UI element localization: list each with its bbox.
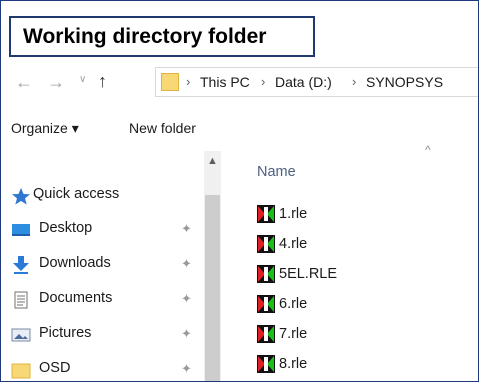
pin-icon[interactable]: ✦ xyxy=(181,256,192,272)
documents-icon xyxy=(14,291,28,309)
file-item[interactable]: 5EL.RLE xyxy=(257,263,477,287)
file-name: 5EL.RLE xyxy=(279,266,338,282)
nav-item-label: OSD xyxy=(39,360,71,376)
recent-locations-chevron-icon[interactable]: ∨ xyxy=(79,74,86,85)
address-row: ← → ∨ ↑ › This PC › Data (D:) › SYNOPSYS xyxy=(1,65,478,99)
folder-icon xyxy=(11,363,31,379)
file-name: 7.rle xyxy=(279,326,308,342)
breadcrumb-this-pc[interactable]: This PC xyxy=(200,74,250,90)
up-arrow-icon[interactable]: ↑ xyxy=(98,71,107,92)
pin-icon[interactable]: ✦ xyxy=(181,291,192,307)
star-icon xyxy=(12,188,30,205)
nav-item-label: Desktop xyxy=(39,220,93,236)
file-name: 8.rle xyxy=(279,356,308,372)
file-name: 6.rle xyxy=(279,296,308,312)
nav-item-quick-access[interactable]: Quick access xyxy=(11,183,201,209)
navigation-pane: Quick access Desktop ✦ Downloads ✦ Docum… xyxy=(1,151,204,381)
file-item[interactable]: 6.rle xyxy=(257,293,477,317)
scroll-thumb[interactable] xyxy=(205,195,220,381)
back-arrow-icon[interactable]: ← xyxy=(15,72,33,93)
file-name: 4.rle xyxy=(279,236,308,252)
nav-item-downloads[interactable]: Downloads ✦ xyxy=(11,252,201,278)
breadcrumb-synopsys[interactable]: SYNOPSYS xyxy=(366,74,443,90)
scroll-up-arrow-icon[interactable]: ▲ xyxy=(207,155,218,167)
file-item[interactable]: 1.rle xyxy=(257,203,477,227)
file-item[interactable]: 7.rle xyxy=(257,323,477,347)
nav-item-documents[interactable]: Documents ✦ xyxy=(11,287,201,313)
nav-item-pictures[interactable]: Pictures ✦ xyxy=(11,322,201,348)
nav-item-desktop[interactable]: Desktop ✦ xyxy=(11,217,201,243)
nav-item-label: Documents xyxy=(39,290,113,306)
nav-item-osd[interactable]: OSD ✦ xyxy=(11,357,201,381)
nav-item-label: Pictures xyxy=(39,325,92,341)
nav-item-label: Quick access xyxy=(33,186,120,202)
desktop-icon xyxy=(12,224,30,236)
nav-item-label: Downloads xyxy=(39,255,111,271)
download-icon xyxy=(13,256,29,274)
pin-icon[interactable]: ✦ xyxy=(181,221,192,237)
breadcrumb-separator-icon: › xyxy=(186,74,191,89)
callout-label: Working directory folder xyxy=(9,16,315,57)
nav-scrollbar[interactable]: ▲ xyxy=(204,151,221,381)
breadcrumb-separator-icon: › xyxy=(352,74,357,89)
rle-file-icon xyxy=(257,325,275,343)
forward-arrow-icon[interactable]: → xyxy=(47,72,65,93)
breadcrumb-data-drive[interactable]: Data (D:) xyxy=(275,74,332,90)
address-bar[interactable]: › This PC › Data (D:) › SYNOPSYS xyxy=(155,67,478,97)
file-item[interactable]: 4.rle xyxy=(257,233,477,257)
breadcrumb-separator-icon: › xyxy=(261,74,266,89)
rle-file-icon xyxy=(257,235,275,253)
rle-file-icon xyxy=(257,265,275,283)
folder-icon xyxy=(161,73,179,91)
pin-icon[interactable]: ✦ xyxy=(181,326,192,342)
rle-file-icon xyxy=(257,355,275,373)
column-header-name[interactable]: Name xyxy=(257,164,296,180)
new-folder-button[interactable]: New folder xyxy=(129,120,196,136)
rle-file-icon xyxy=(257,205,275,223)
file-list: ^ Name 1.rle 4.rle 5EL.RLE 6.rle 7.rle 8… xyxy=(221,143,478,381)
sort-ascending-icon: ^ xyxy=(425,143,431,157)
file-item[interactable]: 8.rle xyxy=(257,353,477,377)
pictures-icon xyxy=(11,328,31,342)
rle-file-icon xyxy=(257,295,275,313)
explorer-window: Working directory folder ← → ∨ ↑ › This … xyxy=(0,0,479,382)
file-name: 1.rle xyxy=(279,206,308,222)
toolbar: Organize ▾ New folder xyxy=(1,114,478,144)
pin-icon[interactable]: ✦ xyxy=(181,361,192,377)
organize-button[interactable]: Organize ▾ xyxy=(11,120,79,137)
